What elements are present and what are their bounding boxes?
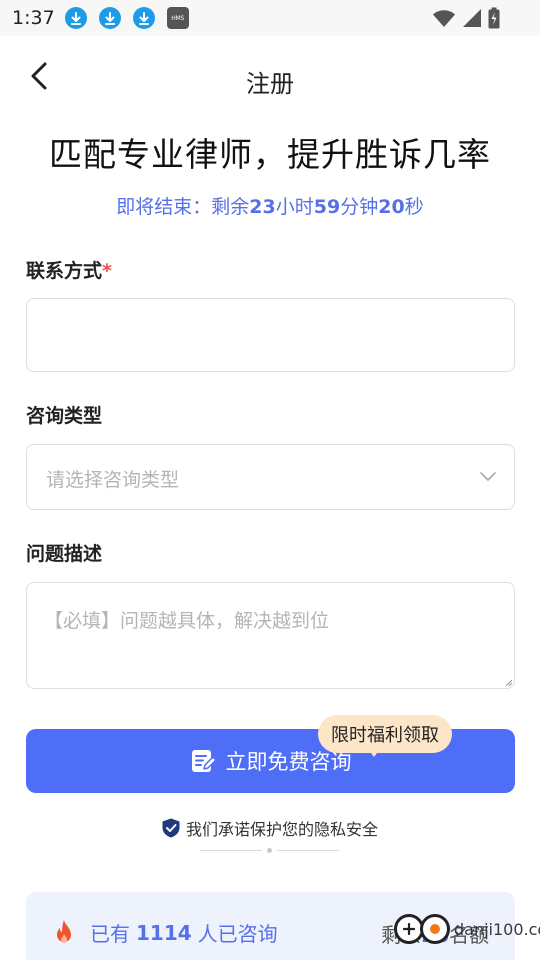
consult-count-value: 1114 bbox=[136, 920, 192, 945]
fire-icon bbox=[57, 919, 71, 943]
privacy-notice: 我们承诺保护您的隐私安全 bbox=[0, 816, 540, 840]
consult-count: 已有 1114 人已咨询 bbox=[52, 918, 278, 947]
consult-type-placeholder: 请选择咨询类型 bbox=[46, 469, 180, 491]
countdown-minutes: 59 bbox=[313, 196, 341, 218]
contact-label: 联系方式* bbox=[26, 256, 112, 283]
chevron-down-icon bbox=[480, 472, 496, 481]
headline: 匹配专业律师，提升胜诉几率 bbox=[49, 135, 491, 174]
countdown-hours-unit: 小时 bbox=[275, 196, 314, 218]
countdown-minutes-unit: 分钟 bbox=[340, 196, 379, 218]
resize-handle-icon[interactable] bbox=[506, 680, 512, 686]
promo-badge-tail bbox=[368, 749, 380, 757]
consult-type-select[interactable]: 请选择咨询类型 bbox=[26, 444, 515, 510]
countdown-seconds-unit: 秒 bbox=[404, 196, 424, 218]
promo-badge[interactable]: 限时福利领取 bbox=[318, 715, 452, 753]
countdown-seconds: 20 bbox=[378, 196, 405, 218]
consult-count-suffix: 人已咨询 bbox=[197, 922, 278, 946]
edit-form-icon bbox=[191, 750, 216, 772]
description-placeholder: 【必填】问题越具体，解决越到位 bbox=[44, 610, 330, 632]
status-time: 1:37 bbox=[12, 7, 55, 29]
countdown-hours: 23 bbox=[249, 196, 276, 218]
watermark: danji100.com bbox=[394, 914, 540, 944]
navigation-bar: 注册 bbox=[0, 36, 540, 120]
description-label: 问题描述 bbox=[26, 543, 103, 565]
consult-type-label: 咨询类型 bbox=[26, 405, 103, 427]
countdown-timer: 即将结束：剩余23小时59分钟20秒 bbox=[0, 192, 540, 219]
download-icon bbox=[64, 7, 87, 29]
status-indicators bbox=[432, 7, 500, 29]
contact-input[interactable] bbox=[26, 298, 515, 372]
signal-icon bbox=[463, 9, 481, 27]
shield-check-icon bbox=[162, 818, 180, 838]
divider bbox=[200, 848, 340, 854]
battery-icon bbox=[488, 7, 500, 29]
watermark-dot-icon bbox=[420, 914, 450, 944]
download-icon bbox=[98, 7, 121, 29]
page-title: 注册 bbox=[246, 70, 294, 98]
contact-label-text: 联系方式 bbox=[26, 260, 103, 282]
consult-count-prefix: 已有 bbox=[90, 922, 130, 946]
required-mark: * bbox=[102, 260, 112, 282]
status-bar: 1:37 HMS bbox=[0, 0, 540, 36]
download-icon bbox=[132, 7, 155, 29]
description-textarea[interactable]: 【必填】问题越具体，解决越到位 bbox=[26, 582, 515, 689]
hms-icon: HMS bbox=[166, 7, 189, 29]
watermark-text: danji100.com bbox=[454, 919, 540, 939]
wifi-icon bbox=[433, 10, 455, 27]
privacy-text: 我们承诺保护您的隐私安全 bbox=[185, 820, 378, 839]
countdown-prefix: 即将结束：剩余 bbox=[116, 196, 250, 218]
